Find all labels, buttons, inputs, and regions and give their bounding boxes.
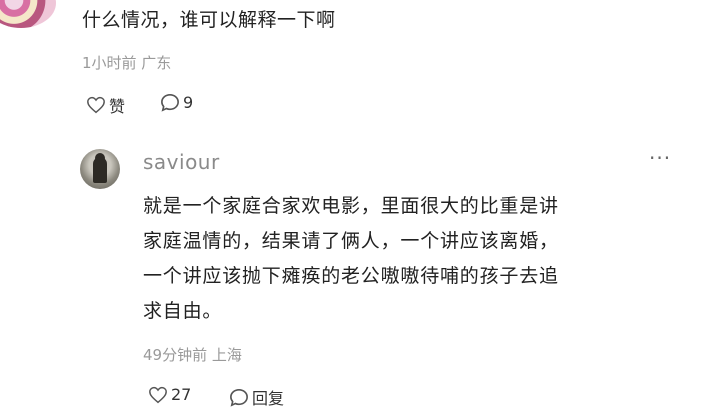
comment-reply-button[interactable]: 9 [160,93,193,112]
reply-text-line: 求自由。 [143,300,223,322]
reply-avatar[interactable] [80,149,120,189]
comment-meta: 1小时前 广东 [82,54,172,72]
comment-like-button[interactable]: 赞 [86,93,125,117]
reply-meta: 49分钟前 上海 [143,346,242,364]
reply-username[interactable]: saviour [143,150,220,174]
reply-text: 就是一个家庭合家欢电影，里面很大的比重是讲 家庭温情的，结果请了俩人，一个讲应该… [143,189,673,329]
reply-text-line: 就是一个家庭合家欢电影，里面很大的比重是讲 [143,195,559,217]
comment-text: 什么情况，谁可以解释一下啊 [82,9,336,31]
avatar-figure-body [93,157,107,183]
reply-text-line: 一个讲应该抛下瘫痪的老公嗷嗷待哺的孩子去追 [143,265,559,287]
reply-text-line: 家庭温情的，结果请了俩人，一个讲应该离婚， [143,230,559,252]
commenter-avatar[interactable] [0,0,56,28]
more-options-icon[interactable]: ··· [649,146,671,170]
comment-like-label: 赞 [109,97,126,116]
heart-icon [148,386,168,404]
chat-bubble-icon [229,388,249,407]
heart-icon [86,96,106,114]
reply-like-count: 27 [171,385,192,404]
comment-reply-count: 9 [183,93,194,112]
reply-reply-label: 回复 [252,389,285,408]
reply-like-button[interactable]: 27 [148,385,191,404]
reply-reply-button[interactable]: 回复 [229,385,284,409]
chat-bubble-icon [160,93,180,112]
